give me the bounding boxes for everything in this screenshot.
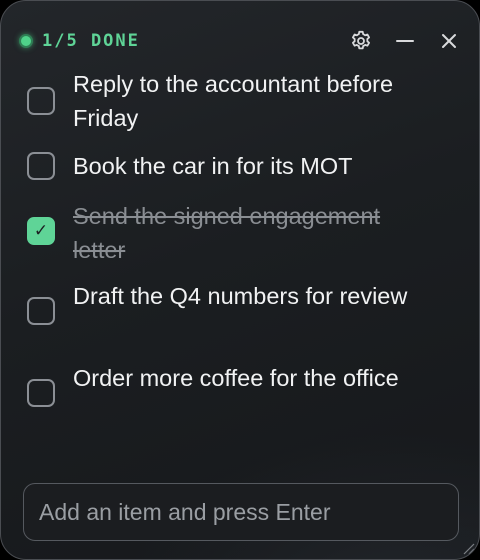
item-text[interactable]: Reply to the accountant before Friday [73,67,413,135]
progress-status: 1/5 DONE [19,31,140,51]
progress-label: 1/5 DONE [42,31,140,51]
status-dot-icon [19,34,33,48]
list-item[interactable]: ✓ Send the signed engagement letter [1,199,479,267]
item-checkbox[interactable] [27,379,55,407]
list-item[interactable]: Order more coffee for the office [1,361,479,429]
checkmark-icon: ✓ [33,220,49,241]
item-checkbox[interactable] [27,297,55,325]
item-text[interactable]: Book the car in for its MOT [73,149,413,183]
settings-button[interactable] [348,29,374,53]
gear-icon [352,30,370,50]
close-button[interactable] [436,29,462,53]
item-text[interactable]: Send the signed engagement letter [73,199,413,267]
list-item[interactable]: Draft the Q4 numbers for review [1,279,479,347]
item-checkbox[interactable] [27,87,55,115]
add-item-input[interactable] [23,483,459,541]
todo-widget: 1/5 DONE Reply to the accountant before … [0,0,480,560]
list-item[interactable]: Reply to the accountant before Friday [1,65,479,133]
item-checkbox[interactable] [27,152,55,180]
resize-grip-icon[interactable] [461,541,475,555]
item-checkbox[interactable]: ✓ [27,217,55,245]
close-icon [442,34,456,48]
item-text[interactable]: Draft the Q4 numbers for review [73,279,413,313]
minimize-icon [396,40,414,42]
item-text[interactable]: Order more coffee for the office [73,361,413,395]
list-item[interactable]: Book the car in for its MOT [1,149,479,183]
minimize-button[interactable] [392,29,418,53]
